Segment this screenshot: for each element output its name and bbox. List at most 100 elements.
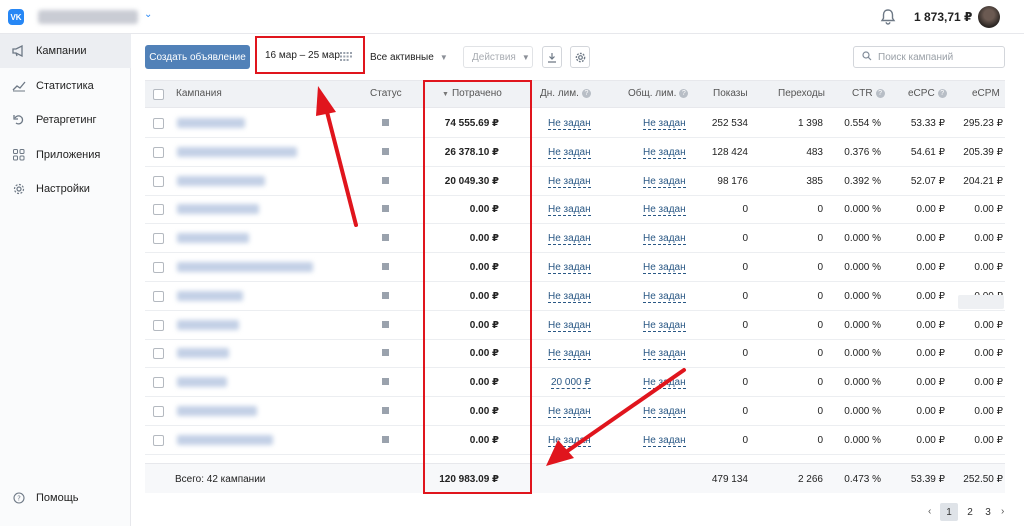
help-icon[interactable]: ?	[937, 88, 947, 98]
avatar[interactable]	[978, 6, 1000, 28]
header-spent[interactable]: ▼ Потрачено	[442, 88, 502, 99]
pagination-page-2[interactable]: 2	[961, 503, 979, 521]
campaign-name-link[interactable]	[177, 118, 245, 128]
campaign-name-link[interactable]	[177, 406, 257, 416]
day-limit-link[interactable]: Не задан	[548, 290, 591, 303]
total-limit-link[interactable]: Не задан	[643, 319, 686, 332]
pagination-next[interactable]: ›	[1001, 506, 1004, 517]
day-limit-link[interactable]: 20 000 ₽	[551, 377, 591, 390]
chevron-down-icon[interactable]: ⌄	[144, 9, 152, 20]
row-checkbox[interactable]	[153, 175, 164, 187]
campaign-name-link[interactable]	[177, 262, 313, 272]
table-row[interactable]: 0.00 ₽Не заданНе задан000.000 %0.00 ₽0.0…	[145, 311, 1005, 340]
create-ad-button[interactable]: Создать объявление	[145, 45, 250, 69]
sidebar-item-statistics[interactable]: Статистика	[0, 69, 131, 103]
search-input[interactable]: Поиск кампаний	[853, 46, 1005, 68]
pagination-prev[interactable]: ‹	[928, 506, 931, 517]
campaign-name-link[interactable]	[177, 233, 249, 244]
header-campaign[interactable]: Кампания	[176, 88, 222, 99]
row-checkbox[interactable]	[153, 290, 164, 302]
help-icon[interactable]: ?	[875, 88, 885, 98]
header-ecpc[interactable]: eCPC?	[908, 88, 947, 99]
table-row[interactable]: 0.00 ₽Не заданНе задан000.000 %0.00 ₽0.0…	[145, 426, 1005, 455]
total-limit-link[interactable]: Не задан	[643, 348, 686, 361]
table-row[interactable]: 0.00 ₽Не заданНе задан000.000 %0.00 ₽0.0…	[145, 339, 1005, 369]
status-filter-select[interactable]: Все активные ▼	[370, 47, 448, 67]
header-day-limit[interactable]: Дн. лим.?	[540, 88, 591, 99]
table-row[interactable]: 0.00 ₽Не заданНе задан000.000 %0.00 ₽0.0…	[145, 195, 1005, 225]
header-total-limit[interactable]: Общ. лим.?	[628, 88, 689, 99]
day-limit-link[interactable]: Не задан	[548, 118, 591, 130]
table-row[interactable]: 0.00 ₽Не заданНе задан000.000 %0.00 ₽0.0…	[145, 224, 1005, 254]
table-row[interactable]: 20 049.30 ₽ Не задан Не задан 98 176 385 0.39…	[145, 167, 1005, 196]
table-settings-button[interactable]	[570, 46, 590, 68]
header-impressions[interactable]: Показы	[713, 88, 748, 99]
header-status[interactable]: Статус	[370, 88, 402, 99]
campaign-name-link[interactable]	[177, 319, 239, 330]
campaign-name-link[interactable]	[177, 204, 259, 215]
help-link[interactable]: ? Помощь	[12, 491, 79, 505]
day-limit-link[interactable]: Не задан	[548, 319, 591, 332]
row-checkbox[interactable]	[153, 262, 164, 273]
row-checkbox[interactable]	[153, 348, 164, 360]
total-limit-link[interactable]: Не задан	[643, 290, 686, 303]
day-limit-link[interactable]: Не задан	[548, 348, 591, 361]
table-row[interactable]: 0.00 ₽Не заданНе задан000.000 %0.00 ₽0.0…	[145, 397, 1005, 426]
row-checkbox[interactable]	[153, 319, 164, 331]
download-button[interactable]	[542, 46, 562, 68]
total-limit-link[interactable]: Не задан	[643, 406, 686, 418]
day-limit-link[interactable]: Не задан	[548, 434, 591, 447]
select-all-checkbox[interactable]	[153, 89, 164, 100]
day-limit-link[interactable]: Не задан	[548, 233, 591, 246]
total-limit-link[interactable]: Не задан	[643, 204, 686, 217]
row-checkbox[interactable]	[153, 406, 164, 417]
pagination-page-1[interactable]: 1	[940, 503, 958, 521]
day-limit-link[interactable]: Не задан	[548, 204, 591, 217]
total-limit-link[interactable]: Не задан	[643, 146, 686, 159]
row-checkbox[interactable]	[153, 377, 164, 389]
total-limit-link[interactable]: Не задан	[643, 118, 686, 130]
campaign-name-link[interactable]	[177, 377, 227, 388]
row-checkbox[interactable]	[153, 204, 164, 216]
campaign-name-link[interactable]	[177, 348, 229, 359]
campaign-name-link[interactable]	[177, 290, 243, 301]
help-icon[interactable]: ?	[679, 88, 689, 98]
total-limit-link[interactable]: Не задан	[643, 434, 686, 447]
total-limit-link[interactable]: Не задан	[643, 175, 686, 188]
row-checkbox[interactable]	[153, 146, 164, 158]
day-limit-link[interactable]: Не задан	[548, 406, 591, 418]
sidebar-item-campaigns[interactable]: Кампании	[0, 34, 131, 68]
total-limit-link[interactable]: Не задан	[643, 233, 686, 246]
sidebar-item-apps[interactable]: Приложения	[0, 138, 131, 172]
table-row[interactable]: 26 378.10 ₽ Не задан Не задан 128 424 483 0.3…	[145, 138, 1005, 167]
account-name[interactable]	[38, 10, 138, 24]
status-indicator	[382, 176, 389, 184]
table-row[interactable]: 74 555.69 ₽ Не задан Не задан 252 534 1 398 0…	[145, 109, 1005, 138]
table-row[interactable]: 0.00 ₽ 20 000 ₽ Не задан 0 0 0.000 % 0.00 ₽ 0.0…	[145, 368, 1005, 398]
bell-icon[interactable]	[880, 8, 896, 26]
vk-logo[interactable]: VK	[8, 9, 24, 25]
day-limit-link[interactable]: Не задан	[548, 262, 591, 274]
total-limit-link[interactable]: Не задан	[643, 377, 686, 390]
table-row[interactable]: 0.00 ₽Не заданНе задан000.000 %0.00 ₽0.0…	[145, 253, 1005, 282]
help-icon[interactable]: ?	[581, 88, 591, 98]
campaign-name-link[interactable]	[177, 175, 265, 186]
day-limit-link[interactable]: Не задан	[548, 146, 591, 159]
row-checkbox[interactable]	[153, 434, 164, 446]
account-balance[interactable]: 1 873,71 ₽	[914, 10, 972, 24]
row-checkbox[interactable]	[153, 118, 164, 129]
table-row[interactable]: 0.00 ₽Не заданНе задан000.000 %0.00 ₽0.0…	[145, 282, 1005, 311]
row-checkbox[interactable]	[153, 233, 164, 245]
campaign-name-link[interactable]	[177, 434, 273, 445]
header-clicks[interactable]: Переходы	[778, 88, 825, 99]
actions-select[interactable]: Действия ▼	[463, 46, 533, 68]
sidebar-item-retargeting[interactable]: Ретаргетинг	[0, 103, 131, 137]
sidebar-item-settings[interactable]: Настройки	[0, 172, 131, 206]
header-ctr[interactable]: CTR?	[852, 88, 885, 99]
pagination-page-3[interactable]: 3	[979, 503, 997, 521]
campaign-name-link[interactable]	[177, 146, 297, 157]
day-limit-link[interactable]: Не задан	[548, 175, 591, 188]
header-spent-label: Потрачено	[451, 88, 502, 99]
header-ecpm[interactable]: eCPM	[972, 88, 1000, 99]
total-limit-link[interactable]: Не задан	[643, 262, 686, 274]
